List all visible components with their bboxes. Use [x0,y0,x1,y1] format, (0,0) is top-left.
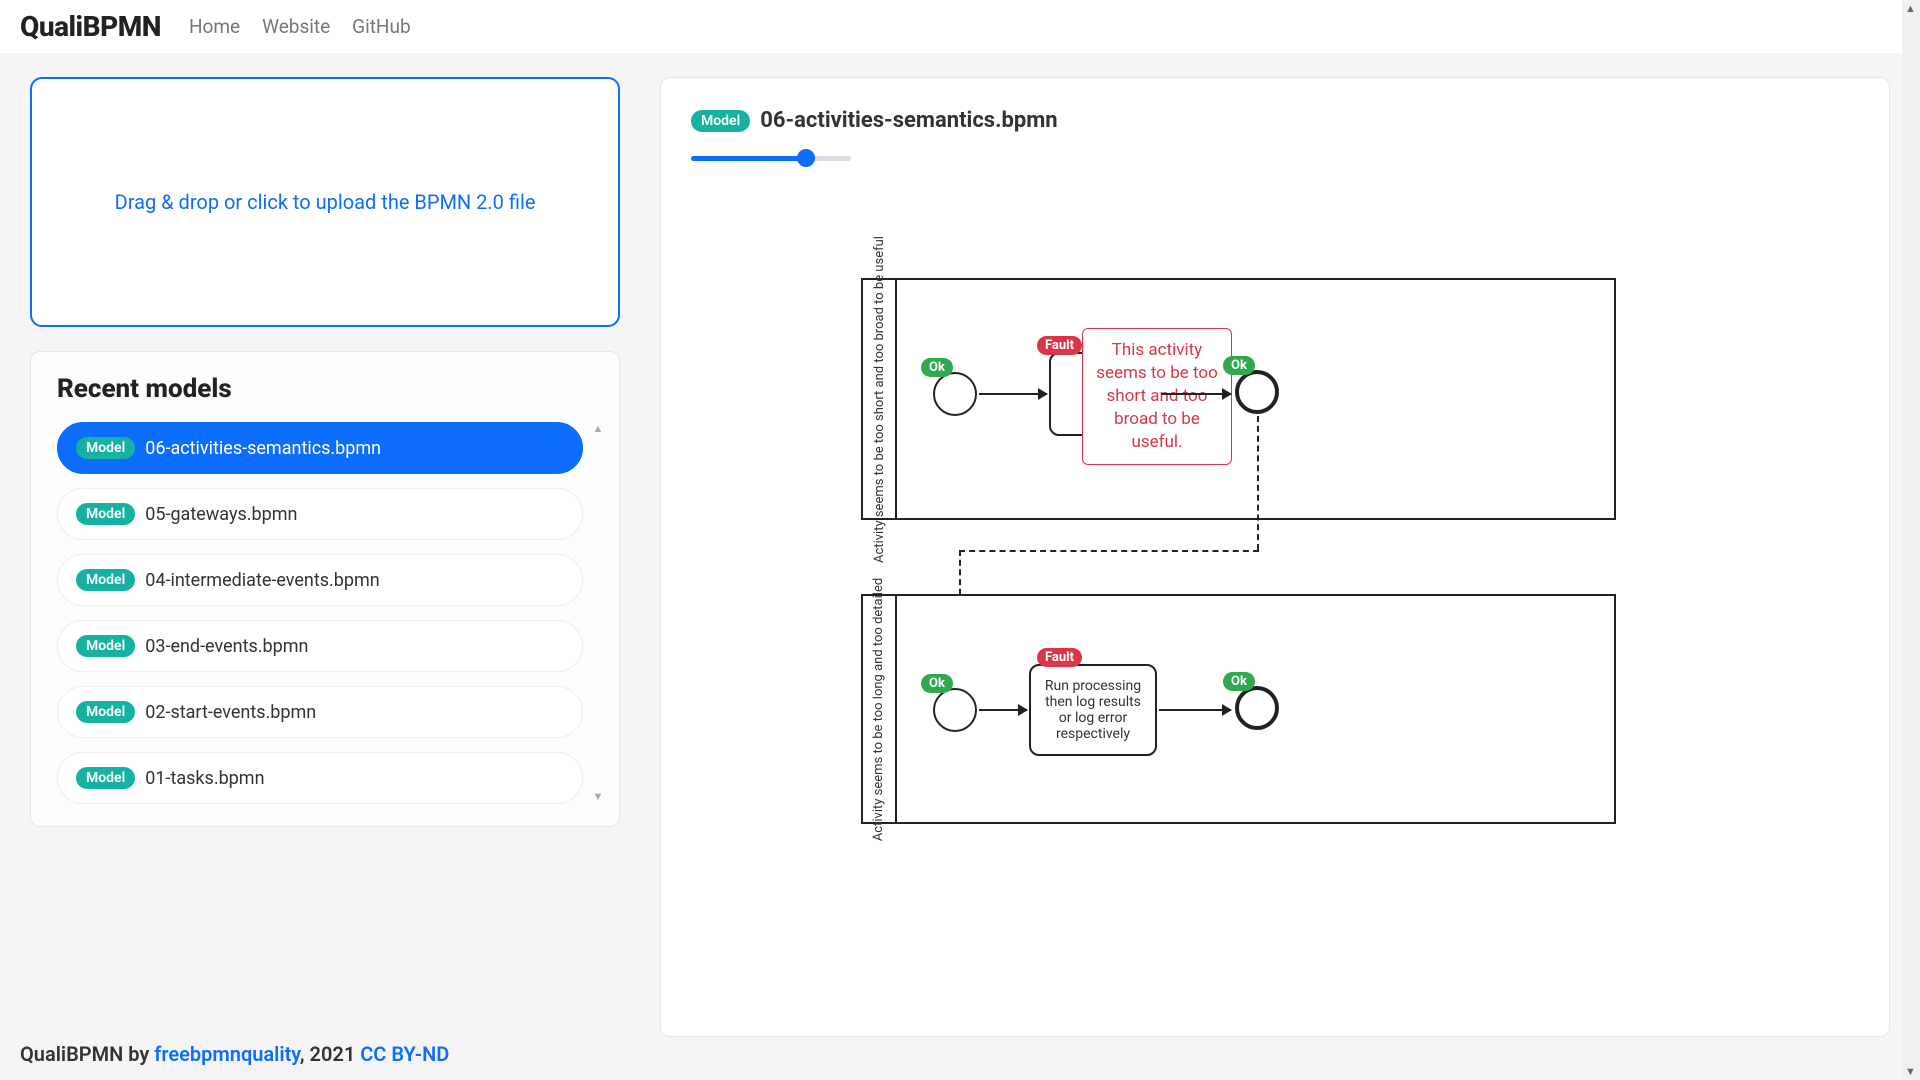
model-item-2[interactable]: Model 04-intermediate-events.bpmn [57,554,583,606]
pool-2-label: Activity seems to be too long and too de… [863,596,897,822]
model-badge: Model [76,767,135,789]
model-name: 03-end-events.bpmn [145,636,308,657]
dropzone-text: Drag & drop or click to upload the BPMN … [115,190,536,214]
fault-badge: Fault [1037,648,1082,667]
model-item-3[interactable]: Model 03-end-events.bpmn [57,620,583,672]
recent-models-title: Recent models [57,374,609,404]
fault-annotation: This activity seems to be too short and … [1082,328,1232,465]
end-event-1[interactable] [1235,370,1279,414]
model-badge: Model [76,635,135,657]
model-badge: Model [76,503,135,525]
footer-author-link[interactable]: freebpmnquality [154,1042,300,1066]
zoom-slider-fill [691,156,806,161]
pool-1-body: Ok Fault This activity seems to be too s… [897,280,1614,518]
viewer-header: Model 06-activities-semantics.bpmn [691,108,1859,133]
recent-models-list: Model 06-activities-semantics.bpmn Model… [57,422,583,804]
model-name: 06-activities-semantics.bpmn [145,438,381,459]
start-event-1[interactable] [933,372,977,416]
bpmn-diagram[interactable]: Activity seems to be too short and too b… [861,278,1621,838]
model-badge: Model [76,701,135,723]
pool-1[interactable]: Activity seems to be too short and too b… [861,278,1616,520]
pool-1-label: Activity seems to be too short and too b… [863,280,897,518]
recent-models-scroll: ▲ Model 06-activities-semantics.bpmn Mod… [57,422,609,804]
navbar: QualiBPMN Home Website GitHub [0,0,1920,53]
model-badge: Model [76,437,135,459]
sequence-flow [979,393,1047,395]
end-event-2[interactable] [1235,686,1279,730]
right-column: Model 06-activities-semantics.bpmn Activ… [660,77,1890,1037]
recent-models-card: Recent models ▲ Model 06-activities-sema… [30,351,620,827]
model-item-4[interactable]: Model 02-start-events.bpmn [57,686,583,738]
ok-badge: Ok [921,674,953,693]
brand-title[interactable]: QualiBPMN [20,10,161,43]
nav-links: Home Website GitHub [189,15,411,38]
nav-link-home[interactable]: Home [189,15,240,38]
ok-badge: Ok [921,358,953,377]
viewer-title: 06-activities-semantics.bpmn [760,108,1057,133]
footer-prefix: QualiBPMN by [20,1042,154,1066]
pool-2-label-text: Activity seems to be too long and too de… [872,577,887,840]
model-item-0[interactable]: Model 06-activities-semantics.bpmn [57,422,583,474]
model-badge: Model [76,569,135,591]
footer-license-link[interactable]: CC BY-ND [360,1042,449,1066]
scroll-down-icon[interactable]: ▼ [591,790,605,804]
nav-link-website[interactable]: Website [262,15,330,38]
footer: QualiBPMN by freebpmnquality, 2021 CC BY… [20,1042,449,1066]
model-name: 01-tasks.bpmn [145,768,264,789]
start-event-2[interactable] [933,688,977,732]
scroll-up-icon[interactable]: ▲ [1905,2,1916,15]
model-name: 05-gateways.bpmn [145,504,297,525]
ok-badge: Ok [1223,672,1255,691]
left-column: Drag & drop or click to upload the BPMN … [30,77,620,1037]
ok-badge: Ok [1223,356,1255,375]
model-item-5[interactable]: Model 01-tasks.bpmn [57,752,583,804]
task-2[interactable]: Run processing then log results or log e… [1029,664,1157,756]
upload-dropzone[interactable]: Drag & drop or click to upload the BPMN … [30,77,620,327]
scroll-up-icon[interactable]: ▲ [591,422,605,436]
message-flow-segment [959,550,1259,552]
model-name: 02-start-events.bpmn [145,702,316,723]
pool-2-body: Ok Run processing then log results or lo… [897,596,1614,822]
page-scrollbar[interactable]: ▲ ▼ [1902,0,1920,1080]
viewer-model-badge: Model [691,110,750,132]
model-item-1[interactable]: Model 05-gateways.bpmn [57,488,583,540]
scroll-down-icon[interactable]: ▼ [1905,1065,1916,1078]
task-2-text: Run processing then log results or log e… [1039,678,1147,742]
nav-link-github[interactable]: GitHub [352,15,410,38]
footer-mid: , 2021 [300,1042,360,1066]
zoom-slider[interactable] [691,149,851,167]
sequence-flow [1161,393,1231,395]
diagram-viewer[interactable]: Model 06-activities-semantics.bpmn Activ… [660,77,1890,1037]
main-content: Drag & drop or click to upload the BPMN … [0,53,1920,1037]
sequence-flow [979,709,1027,711]
model-name: 04-intermediate-events.bpmn [145,570,380,591]
fault-badge: Fault [1037,336,1082,355]
sequence-flow [1159,709,1231,711]
zoom-slider-thumb[interactable] [797,149,815,167]
message-flow-segment [1257,416,1259,550]
pool-2[interactable]: Activity seems to be too long and too de… [861,594,1616,824]
pool-1-label-text: Activity seems to be too short and too b… [872,236,887,563]
